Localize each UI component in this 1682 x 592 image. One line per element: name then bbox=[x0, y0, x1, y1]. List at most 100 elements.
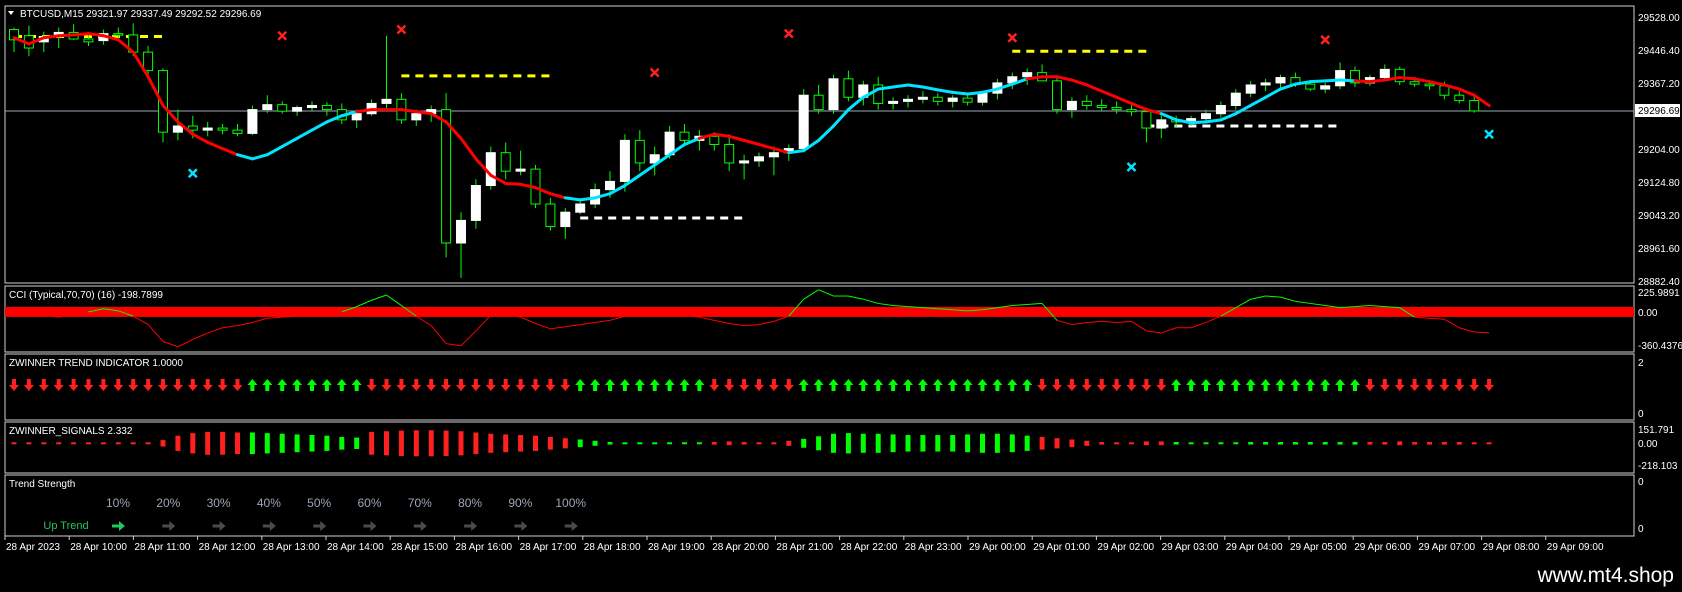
candle[interactable] bbox=[485, 152, 496, 187]
candle[interactable] bbox=[351, 113, 362, 121]
candle[interactable] bbox=[917, 96, 928, 100]
time-label: 29 Apr 01:00 bbox=[1033, 542, 1090, 553]
candle[interactable] bbox=[798, 94, 809, 150]
candle[interactable] bbox=[1201, 113, 1211, 120]
candle[interactable] bbox=[828, 78, 839, 111]
candle[interactable] bbox=[1096, 104, 1107, 109]
candle[interactable] bbox=[470, 185, 481, 221]
candle[interactable] bbox=[307, 104, 317, 109]
candle[interactable] bbox=[903, 98, 913, 102]
signal-bar bbox=[384, 431, 389, 456]
candle[interactable] bbox=[232, 129, 243, 134]
candle[interactable] bbox=[1022, 72, 1033, 78]
candle[interactable] bbox=[441, 109, 452, 244]
candle[interactable] bbox=[1424, 83, 1435, 87]
candle[interactable] bbox=[202, 127, 213, 131]
candle[interactable] bbox=[411, 113, 422, 121]
candle[interactable] bbox=[1260, 82, 1271, 86]
candle[interactable] bbox=[768, 152, 779, 158]
candle[interactable] bbox=[1275, 77, 1286, 84]
candle[interactable] bbox=[888, 100, 899, 104]
time-label: 29 Apr 03:00 bbox=[1162, 542, 1219, 553]
candle[interactable] bbox=[1052, 80, 1062, 111]
mt4-chart-window: 10% 20% 30% 40% 50% 60% 70% 80% 90% 100% Up Trend … bbox=[0, 0, 1682, 592]
signal-bar bbox=[1471, 442, 1477, 445]
watermark-url[interactable]: www.mt4.shop bbox=[1537, 564, 1674, 588]
trend-line-segment bbox=[504, 181, 523, 186]
candle[interactable] bbox=[1469, 100, 1480, 112]
signal-bar bbox=[354, 437, 360, 450]
trend-line-segment bbox=[1189, 120, 1208, 125]
candle[interactable] bbox=[143, 51, 154, 72]
candle[interactable] bbox=[321, 104, 332, 111]
candle[interactable] bbox=[619, 139, 630, 182]
candle[interactable] bbox=[724, 143, 735, 164]
up-trend-label: Up Trend bbox=[43, 520, 88, 532]
signal-bar bbox=[1292, 442, 1298, 445]
candle[interactable] bbox=[932, 96, 943, 102]
signal-bar bbox=[980, 433, 985, 453]
trend-line-segment bbox=[1025, 75, 1044, 81]
candle[interactable] bbox=[1335, 70, 1346, 87]
signal-bar bbox=[115, 442, 121, 445]
candle[interactable] bbox=[500, 152, 511, 172]
candle[interactable] bbox=[679, 131, 690, 141]
candle[interactable] bbox=[217, 127, 228, 131]
candle[interactable] bbox=[962, 97, 973, 103]
signal-bar bbox=[428, 430, 434, 457]
candle[interactable] bbox=[83, 38, 94, 43]
signal-bar bbox=[264, 433, 270, 454]
signal-bar bbox=[1084, 440, 1090, 446]
candle[interactable] bbox=[575, 203, 586, 213]
candle[interactable] bbox=[1230, 92, 1241, 106]
candle[interactable] bbox=[456, 219, 466, 244]
trend-line-segment bbox=[355, 108, 374, 114]
candle[interactable] bbox=[1215, 104, 1226, 115]
candle[interactable] bbox=[1245, 84, 1256, 94]
signal-bar bbox=[1024, 435, 1030, 451]
candle[interactable] bbox=[247, 109, 258, 134]
candle[interactable] bbox=[113, 33, 124, 36]
candle[interactable] bbox=[605, 180, 615, 191]
candle[interactable] bbox=[515, 168, 526, 172]
candle[interactable] bbox=[843, 78, 854, 98]
candle[interactable] bbox=[1081, 100, 1092, 106]
signal-bar bbox=[1114, 442, 1120, 445]
signal-bar bbox=[1203, 442, 1209, 445]
candle[interactable] bbox=[1305, 83, 1316, 90]
candle[interactable] bbox=[545, 203, 556, 228]
candle[interactable] bbox=[709, 135, 720, 145]
candle[interactable] bbox=[1066, 100, 1077, 111]
candle[interactable] bbox=[947, 97, 958, 102]
time-label: 29 Apr 09:00 bbox=[1547, 542, 1604, 553]
candle[interactable] bbox=[634, 139, 645, 164]
candle[interactable] bbox=[172, 125, 183, 133]
signal-bar bbox=[190, 433, 196, 454]
candle[interactable] bbox=[277, 104, 288, 112]
candle[interactable] bbox=[1156, 119, 1167, 129]
candle[interactable] bbox=[977, 92, 988, 103]
candle[interactable] bbox=[1409, 81, 1420, 85]
chart-canvas[interactable]: 10% 20% 30% 40% 50% 60% 70% 80% 90% 100%Up Trend … bbox=[0, 0, 1682, 562]
candle[interactable] bbox=[187, 125, 198, 131]
candle[interactable] bbox=[813, 94, 824, 111]
candle[interactable] bbox=[1379, 68, 1390, 79]
candle[interactable] bbox=[1141, 111, 1152, 129]
candle[interactable] bbox=[1126, 109, 1137, 113]
trend-line-segment bbox=[712, 132, 731, 138]
time-label: 28 Apr 15:00 bbox=[391, 542, 448, 553]
candle[interactable] bbox=[381, 98, 392, 104]
candle[interactable] bbox=[1394, 68, 1405, 83]
candle[interactable] bbox=[1111, 107, 1122, 111]
signal-bar bbox=[160, 440, 166, 447]
signal-bar bbox=[771, 442, 777, 445]
candle[interactable] bbox=[292, 107, 303, 112]
candle[interactable] bbox=[1320, 85, 1331, 90]
candle[interactable] bbox=[739, 160, 750, 164]
candle[interactable] bbox=[754, 156, 764, 162]
signal-bar bbox=[637, 442, 643, 445]
candle[interactable] bbox=[262, 104, 273, 111]
candle[interactable] bbox=[560, 211, 571, 228]
signal-bar bbox=[875, 433, 881, 453]
candle[interactable] bbox=[1454, 94, 1465, 102]
